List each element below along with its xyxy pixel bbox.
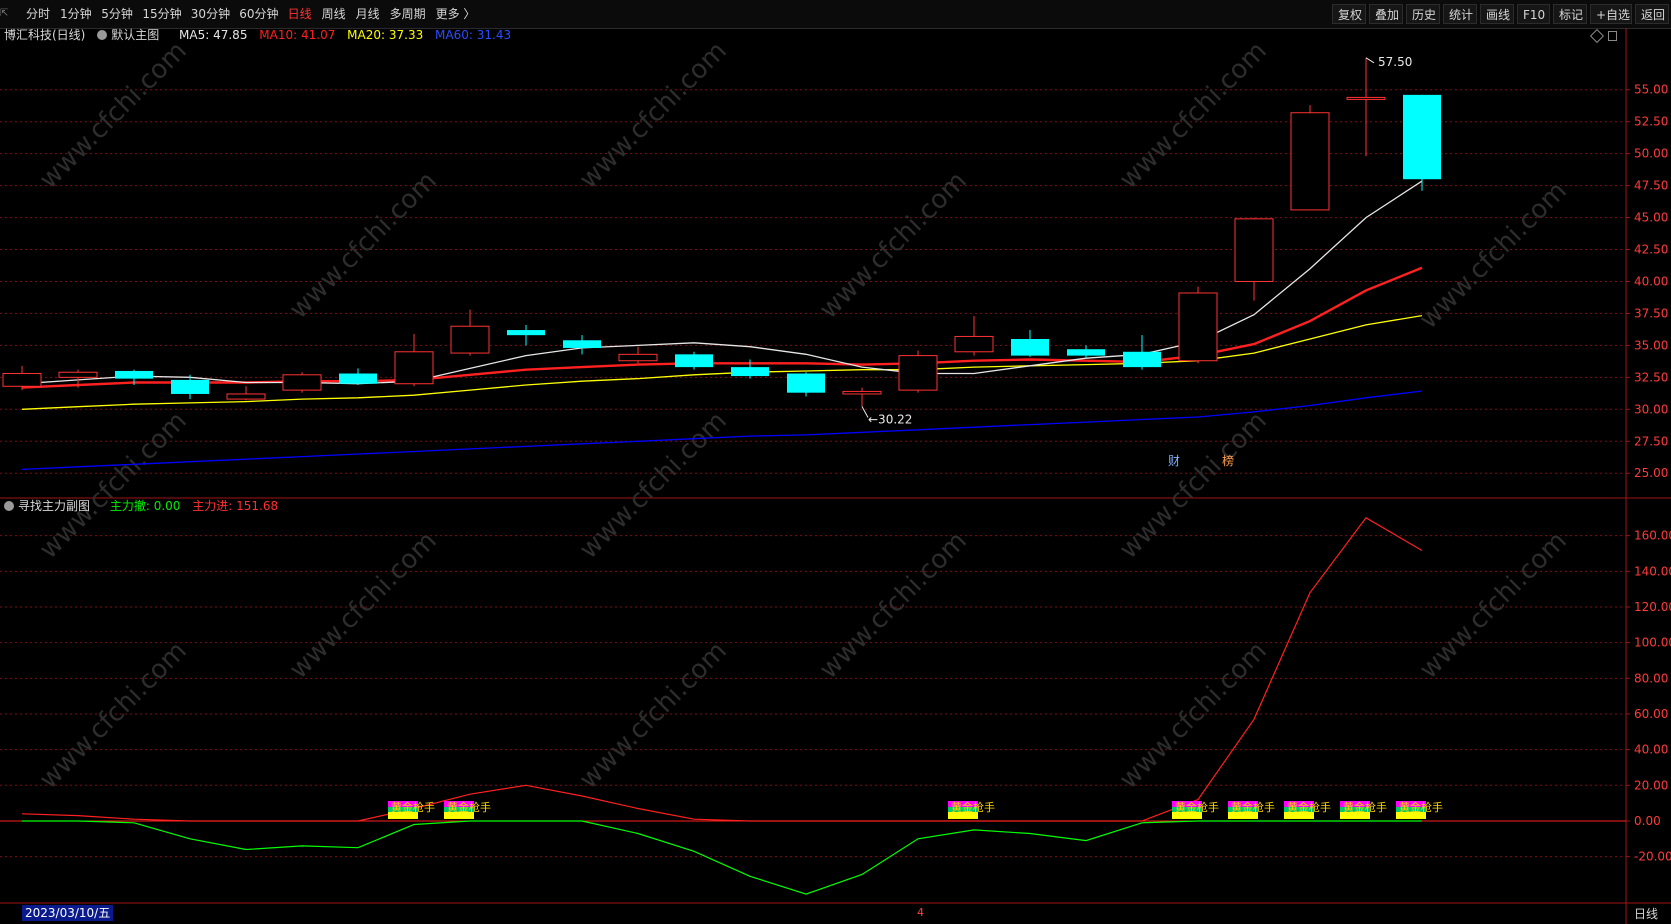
watermark: www.cfchi.com [284,526,443,685]
main-out-line [22,820,1422,895]
candle-body-down[interactable] [731,367,769,377]
high-arrow [1365,57,1375,64]
sub-y-tick-label: 20.00 [1634,778,1668,792]
watermark: www.cfchi.com [1114,406,1273,565]
sub-y-tick-label: 120.00 [1634,600,1671,614]
candle-body-up[interactable] [618,353,658,362]
signal-text: 黄金枪手 [447,800,491,814]
y-tick-label: 52.50 [1634,115,1668,129]
signal-text: 黄金枪手 [1175,800,1219,814]
sub-y-tick-label: 140.00 [1634,564,1671,578]
sub-y-tick-label: 40.00 [1634,743,1668,757]
candle-body-down[interactable] [1403,94,1441,180]
sub-y-tick-label: 60.00 [1634,707,1668,721]
candle-body-up[interactable] [394,351,434,385]
candle-body-up[interactable] [1178,292,1218,362]
y-tick-label: 37.50 [1634,306,1668,320]
watermark: www.cfchi.com [34,36,193,195]
watermark: www.cfchi.com [34,406,193,565]
ma10-value: MA10: 41.07 [259,28,336,42]
signal-text: 黄金枪手 [1399,800,1443,814]
watermark: www.cfchi.com [814,166,973,325]
finance-badge: 财 [1168,454,1180,468]
stock-title[interactable]: 博汇科技(日线) [4,28,85,42]
date-label: 2023/03/10/五 [22,905,114,921]
y-tick-label: 42.50 [1634,243,1668,257]
y-tick-label: 45.00 [1634,211,1668,225]
candle-body-down[interactable] [563,340,601,348]
candle-body-up[interactable] [898,355,938,391]
watermark: www.cfchi.com [34,636,193,795]
candle-body-up[interactable] [1290,112,1330,211]
main-in-value: 主力进: 151.68 [192,499,279,513]
y-tick-label: 27.50 [1634,434,1668,448]
candle-body-up[interactable] [282,374,322,391]
low-price-label: ←30.22 [868,412,912,426]
candle-body-up[interactable] [954,335,994,353]
watermark: www.cfchi.com [574,36,733,195]
watermark: www.cfchi.com [814,526,973,685]
bottom-marker: 4 [917,906,924,919]
main-out-value: 主力撤: 0.00 [109,499,181,513]
sub-y-tick-label: 100.00 [1634,636,1671,650]
high-price-label: 57.50 [1378,55,1412,69]
signal-text: 黄金枪手 [1231,800,1275,814]
y-tick-label: 55.00 [1634,83,1668,97]
signal-text: 黄金枪手 [1287,800,1331,814]
candle-body-down[interactable] [1067,349,1105,356]
main-in-line [21,517,1423,822]
candle-body-down[interactable] [507,330,545,336]
sub-y-tick-label: 160.00 [1634,529,1671,543]
watermark: www.cfchi.com [574,406,733,565]
candle-body-down[interactable] [787,373,825,393]
panel-toggle-icon[interactable] [1608,31,1617,41]
candle-body-down[interactable] [675,354,713,368]
sub-y-tick-label: 80.00 [1634,671,1668,685]
watermark: www.cfchi.com [1114,636,1273,795]
y-tick-label: 35.00 [1634,338,1668,352]
y-tick-label: 47.50 [1634,179,1668,193]
ma20-value: MA20: 37.33 [347,28,424,42]
watermark: www.cfchi.com [1414,526,1573,685]
signal-text: 黄金枪手 [391,800,435,814]
y-tick-label: 30.00 [1634,402,1668,416]
y-tick-label: 25.00 [1634,466,1668,480]
candle-body-up[interactable] [226,393,266,400]
dropdown-circle-icon [4,501,14,511]
candle-body-up[interactable] [58,371,98,378]
signal-text: 黄金枪手 [951,800,995,814]
y-tick-label: 50.00 [1634,147,1668,161]
dropdown-circle-icon [97,30,108,40]
candle-body-down[interactable] [1123,351,1161,368]
candle-body-up[interactable] [1234,218,1274,282]
sub-y-tick-label: 0.00 [1634,814,1661,828]
y-tick-label: 40.00 [1634,274,1668,288]
candle-body-up[interactable] [1346,96,1386,100]
candle-body-down[interactable] [115,370,153,379]
watermark: www.cfchi.com [1414,176,1573,335]
sub-chart-title[interactable]: 寻找主力副图 [4,499,98,513]
watermark: www.cfchi.com [1114,36,1273,195]
ma60-value: MA60: 31.43 [435,28,512,42]
watermark: www.cfchi.com [284,166,443,325]
template-select[interactable]: 默认主图 [97,28,167,42]
sub-legend: 寻找主力副图 主力撤: 0.00 主力进: 151.68 [4,498,286,514]
y-tick-label: 32.50 [1634,370,1668,384]
signal-text: 黄金枪手 [1343,800,1387,814]
candle-body-up[interactable] [2,373,42,387]
ma5-value: MA5: 47.85 [179,28,248,42]
sub-y-tick-label: -20.00 [1634,850,1671,864]
chart-area: 55.0052.5050.0047.5045.0042.5040.0037.50… [0,28,1671,924]
watermark: www.cfchi.com [574,636,733,795]
main-legend: 博汇科技(日线) 默认主图 MA5: 47.85 MA10: 41.07 MA2… [4,27,519,43]
candle-body-up[interactable] [842,390,882,395]
rank-badge: 榜 [1222,453,1234,468]
candle-body-down[interactable] [171,379,209,394]
period-label[interactable]: 日线 [1634,905,1658,922]
candle-body-down[interactable] [1011,339,1049,356]
candle-body-up[interactable] [450,325,490,354]
candle-body-down[interactable] [339,373,377,384]
